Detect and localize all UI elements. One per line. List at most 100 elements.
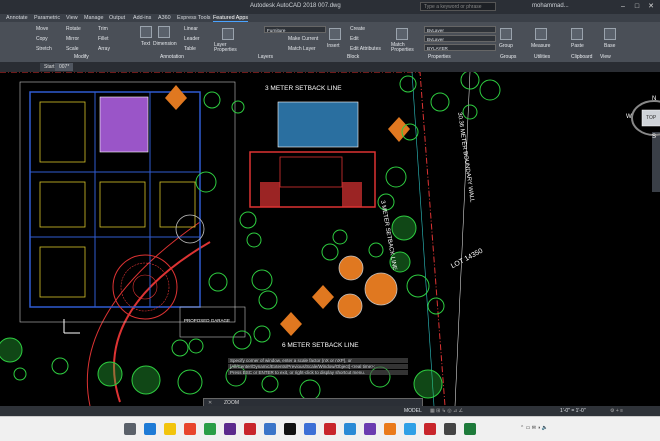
panel-view: View (600, 54, 611, 60)
viewcube[interactable]: TOP W S N (626, 94, 660, 144)
garage-label: PROPOSED GARAGE (184, 318, 231, 323)
base-icon[interactable] (604, 28, 616, 40)
scale-button[interactable]: Scale (66, 46, 79, 52)
copy-button[interactable]: Copy (36, 36, 48, 42)
app-icon-8[interactable] (264, 423, 276, 435)
lineweight-dropdown[interactable]: BYLAYER (424, 44, 496, 51)
close-icon[interactable]: ✕ (646, 2, 656, 11)
linear-button[interactable]: Linear (184, 26, 198, 32)
tab-express[interactable]: Express Tools (177, 15, 210, 21)
grid-icon[interactable]: ▦ ⊞ ↳ ◎ ⊿ ∠ (430, 408, 463, 414)
app-icon-9[interactable] (284, 423, 296, 435)
calculator-icon[interactable] (124, 423, 136, 435)
minimize-icon[interactable]: – (618, 2, 628, 11)
layer-properties-button[interactable]: Layer Properties (214, 43, 244, 53)
maximize-icon[interactable]: □ (632, 2, 642, 11)
system-tray-icon[interactable]: ⌃ ▭ ✉ ◑ 🔈 (520, 425, 548, 431)
dimension-icon[interactable] (158, 26, 170, 38)
make-current-button[interactable]: Make Current (288, 36, 318, 42)
array-button[interactable]: Array (98, 46, 110, 52)
chrome-icon[interactable] (184, 423, 196, 435)
match-properties-button[interactable]: Match Properties (391, 43, 417, 53)
paste-button[interactable]: Paste (571, 43, 584, 49)
viewcube-top[interactable]: TOP (646, 115, 656, 121)
setback-label-top: 3 METER SETBACK LINE (265, 85, 342, 92)
tab-annotate[interactable]: Annotate (6, 15, 28, 21)
model-space-button[interactable]: MODEL (404, 408, 422, 414)
app-icon-15[interactable] (404, 423, 416, 435)
create-button[interactable]: Create (350, 26, 365, 32)
measure-button[interactable]: Measure (531, 43, 550, 49)
setback-label-bottom: 6 METER SETBACK LINE (282, 342, 359, 349)
move-button[interactable]: Move (36, 26, 48, 32)
layer-properties-icon[interactable] (222, 28, 234, 40)
linetype-dropdown[interactable]: ByLayer (424, 35, 496, 42)
tab-featured[interactable]: Featured Apps (213, 15, 249, 22)
match-properties-icon[interactable] (396, 28, 408, 40)
panel-clipboard: Clipboard (571, 54, 593, 60)
stretch-button[interactable]: Stretch (36, 46, 52, 52)
word-icon[interactable] (304, 423, 316, 435)
measure-icon[interactable] (535, 28, 547, 40)
panel-modify: Modify (74, 54, 89, 60)
drawing-canvas[interactable]: 3 METER SETBACK LINE 6 METER SETBACK LIN… (0, 72, 660, 406)
ribbon-tabs: Annotate Parametric View Manage Output A… (0, 14, 660, 22)
text-icon[interactable] (140, 26, 152, 38)
window-title: Autodesk AutoCAD 2018 007.dwg (250, 3, 341, 9)
paste-icon[interactable] (571, 28, 583, 40)
settings-icon[interactable]: ⚙ + ≡ (610, 408, 623, 414)
panel-properties: Properties (428, 54, 451, 60)
panel-utilities: Utilities (534, 54, 551, 60)
app-icon-17[interactable] (444, 423, 456, 435)
panel-layers: Layers (258, 54, 274, 60)
app-icon-12[interactable] (344, 423, 356, 435)
dimension-button[interactable]: Dimension (153, 41, 177, 47)
insert-icon[interactable] (329, 28, 341, 40)
ucs-icon (63, 319, 80, 334)
viewcube-north: N (652, 96, 657, 102)
group-icon[interactable] (500, 28, 512, 40)
mirror-button[interactable]: Mirror (66, 36, 79, 42)
insert-button[interactable]: Insert (327, 43, 340, 49)
fillet-button[interactable]: Fillet (98, 36, 109, 42)
tab-view[interactable]: View (66, 15, 78, 21)
leader-button[interactable]: Leader (184, 36, 200, 42)
annotation-scale[interactable]: 1'-0" = 1'-0" (560, 408, 586, 414)
search-input[interactable]: Type a keyword or phrase (420, 2, 496, 11)
status-bar: MODEL 1'-0" = 1'-0" ▦ ⊞ ↳ ◎ ⊿ ∠ ⚙ + ≡ (0, 406, 660, 416)
rotate-button[interactable]: Rotate (66, 26, 81, 32)
autocad-icon[interactable] (424, 423, 436, 435)
command-history: Specify corner of window, enter a scale … (228, 358, 408, 398)
app-icon-18[interactable] (464, 423, 476, 435)
edge-icon[interactable] (144, 423, 156, 435)
viewcube-south: S (652, 134, 657, 140)
trim-button[interactable]: Trim (98, 26, 108, 32)
premiere-icon[interactable] (364, 423, 376, 435)
tab-a360[interactable]: A360 (158, 15, 171, 21)
text-button[interactable]: Text (141, 41, 150, 47)
file-explorer-icon[interactable] (164, 423, 176, 435)
app-icon-11[interactable] (324, 423, 336, 435)
app-icon-14[interactable] (384, 423, 396, 435)
edit-attributes-button[interactable]: Edit Attributes (350, 46, 381, 52)
command-line-2: [All/Center/Dynamic/Extents/Previous/Sca… (228, 364, 408, 369)
user-account[interactable]: mohammad... (532, 3, 569, 9)
match-layer-button[interactable]: Match Layer (288, 46, 316, 52)
color-dropdown[interactable]: ByLayer (424, 26, 496, 33)
doc-tab-007[interactable]: 007* (55, 63, 74, 71)
tab-output[interactable]: Output (109, 15, 125, 21)
app-icon-7[interactable] (244, 423, 256, 435)
app-icon-6[interactable] (224, 423, 236, 435)
base-button[interactable]: Base (604, 43, 615, 49)
tab-addins[interactable]: Add-ins (133, 15, 151, 21)
document-tabs: Start 007* (0, 62, 660, 72)
table-button[interactable]: Table (184, 46, 196, 52)
tab-parametric[interactable]: Parametric (34, 15, 60, 21)
edit-button[interactable]: Edit (350, 36, 359, 42)
tab-manage[interactable]: Manage (84, 15, 103, 21)
layer-dropdown[interactable]: Furniture (264, 26, 326, 33)
viewcube-west: W (626, 114, 632, 120)
ribbon: Move Copy Stretch Rotate Mirror Scale Tr… (0, 22, 660, 63)
group-button[interactable]: Group (499, 43, 513, 49)
app-icon-5[interactable] (204, 423, 216, 435)
